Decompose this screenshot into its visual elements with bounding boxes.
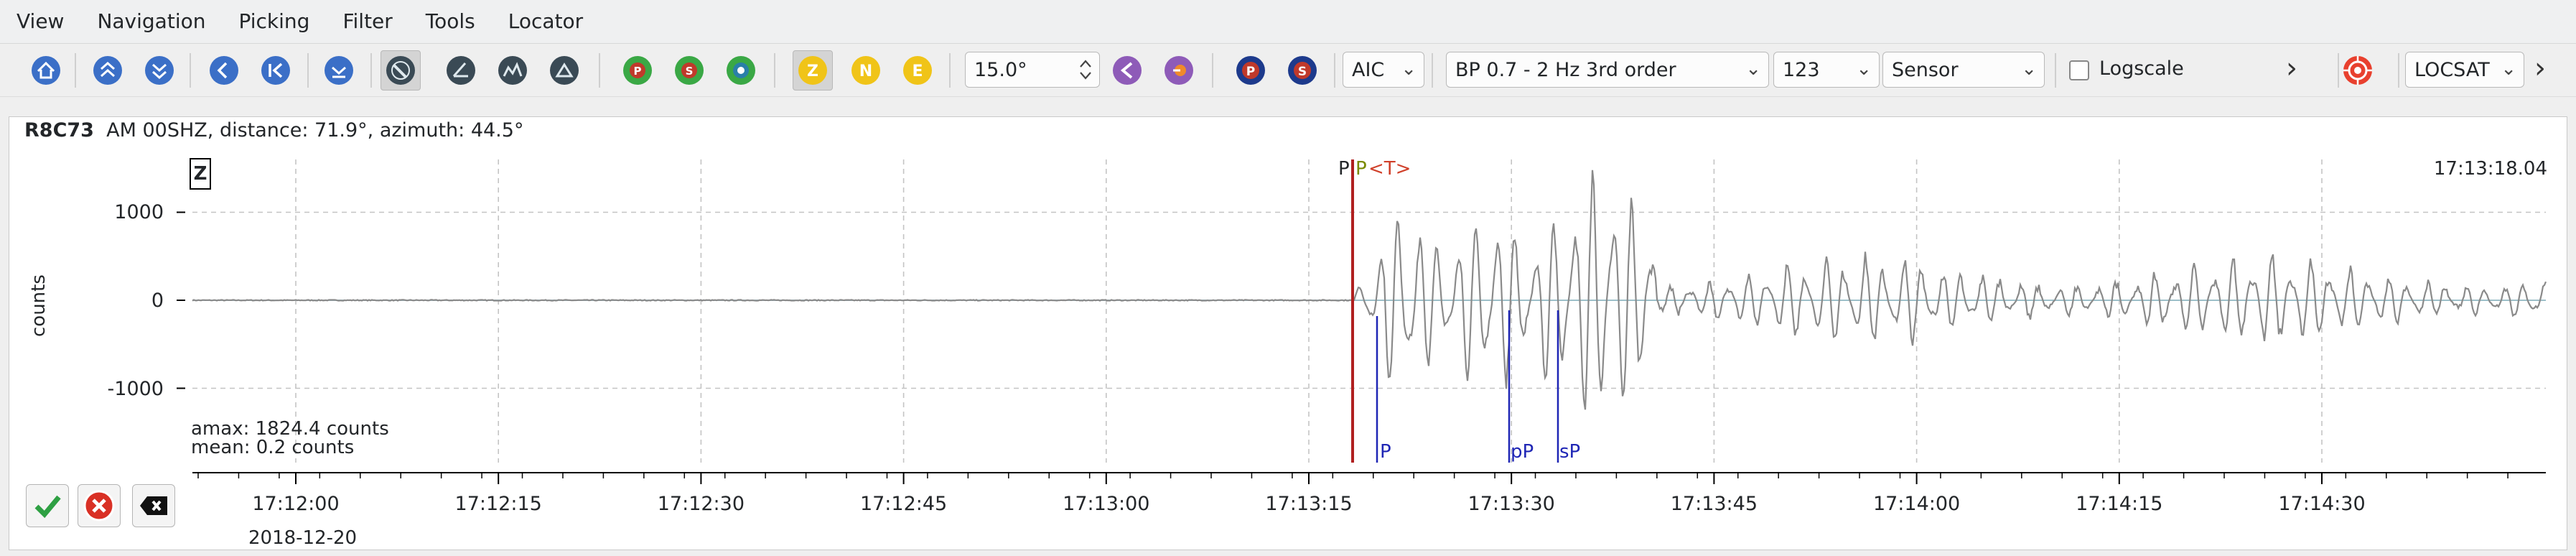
waveform-plot[interactable] bbox=[0, 0, 2576, 556]
pick-time-label: 17:13:18.04 bbox=[2433, 158, 2547, 180]
y-axis-ticks bbox=[177, 211, 185, 389]
reject-button[interactable] bbox=[78, 484, 121, 527]
x-tick-label: 17:12:15 bbox=[454, 493, 542, 515]
close-icon bbox=[140, 496, 167, 515]
x-axis-ticks bbox=[197, 473, 2509, 484]
x-tick-label: 17:13:15 bbox=[1265, 493, 1353, 515]
pick-label-theoretical: <T> bbox=[1368, 158, 1411, 180]
ytick-1000: 1000 bbox=[114, 201, 164, 223]
phase-label-p: P bbox=[1380, 441, 1391, 463]
clear-button[interactable] bbox=[132, 484, 175, 527]
x-tick-label: 17:14:15 bbox=[2076, 493, 2163, 515]
date-label: 2018-12-20 bbox=[248, 527, 358, 549]
ytick-0: 0 bbox=[151, 289, 164, 312]
x-tick-label: 17:12:00 bbox=[252, 493, 340, 515]
x-tick-label: 17:14:30 bbox=[2278, 493, 2366, 515]
x-tick-label: 17:12:45 bbox=[859, 493, 948, 515]
reject-icon bbox=[83, 490, 115, 522]
phase-label-sp: sP bbox=[1559, 441, 1581, 463]
component-label: Z bbox=[190, 158, 211, 190]
x-tick-label: 17:13:30 bbox=[1467, 493, 1555, 515]
x-tick-label: 17:14:00 bbox=[1872, 493, 1961, 515]
x-tick-label: 17:12:30 bbox=[657, 493, 745, 515]
x-tick-label: 17:13:00 bbox=[1063, 493, 1150, 515]
phase-label-pp: pP bbox=[1511, 441, 1534, 463]
accept-button[interactable] bbox=[26, 484, 69, 527]
pick-label-p-green: P bbox=[1355, 158, 1367, 180]
ytick-minus-1000: -1000 bbox=[107, 378, 164, 400]
y-axis-label: counts bbox=[28, 274, 50, 337]
mean-label: mean: 0.2 counts bbox=[191, 437, 355, 458]
x-tick-label: 17:13:45 bbox=[1670, 493, 1758, 515]
accept-icon bbox=[34, 495, 61, 519]
pick-label-p-black: P bbox=[1338, 158, 1350, 180]
waveform-trace bbox=[192, 170, 2547, 410]
